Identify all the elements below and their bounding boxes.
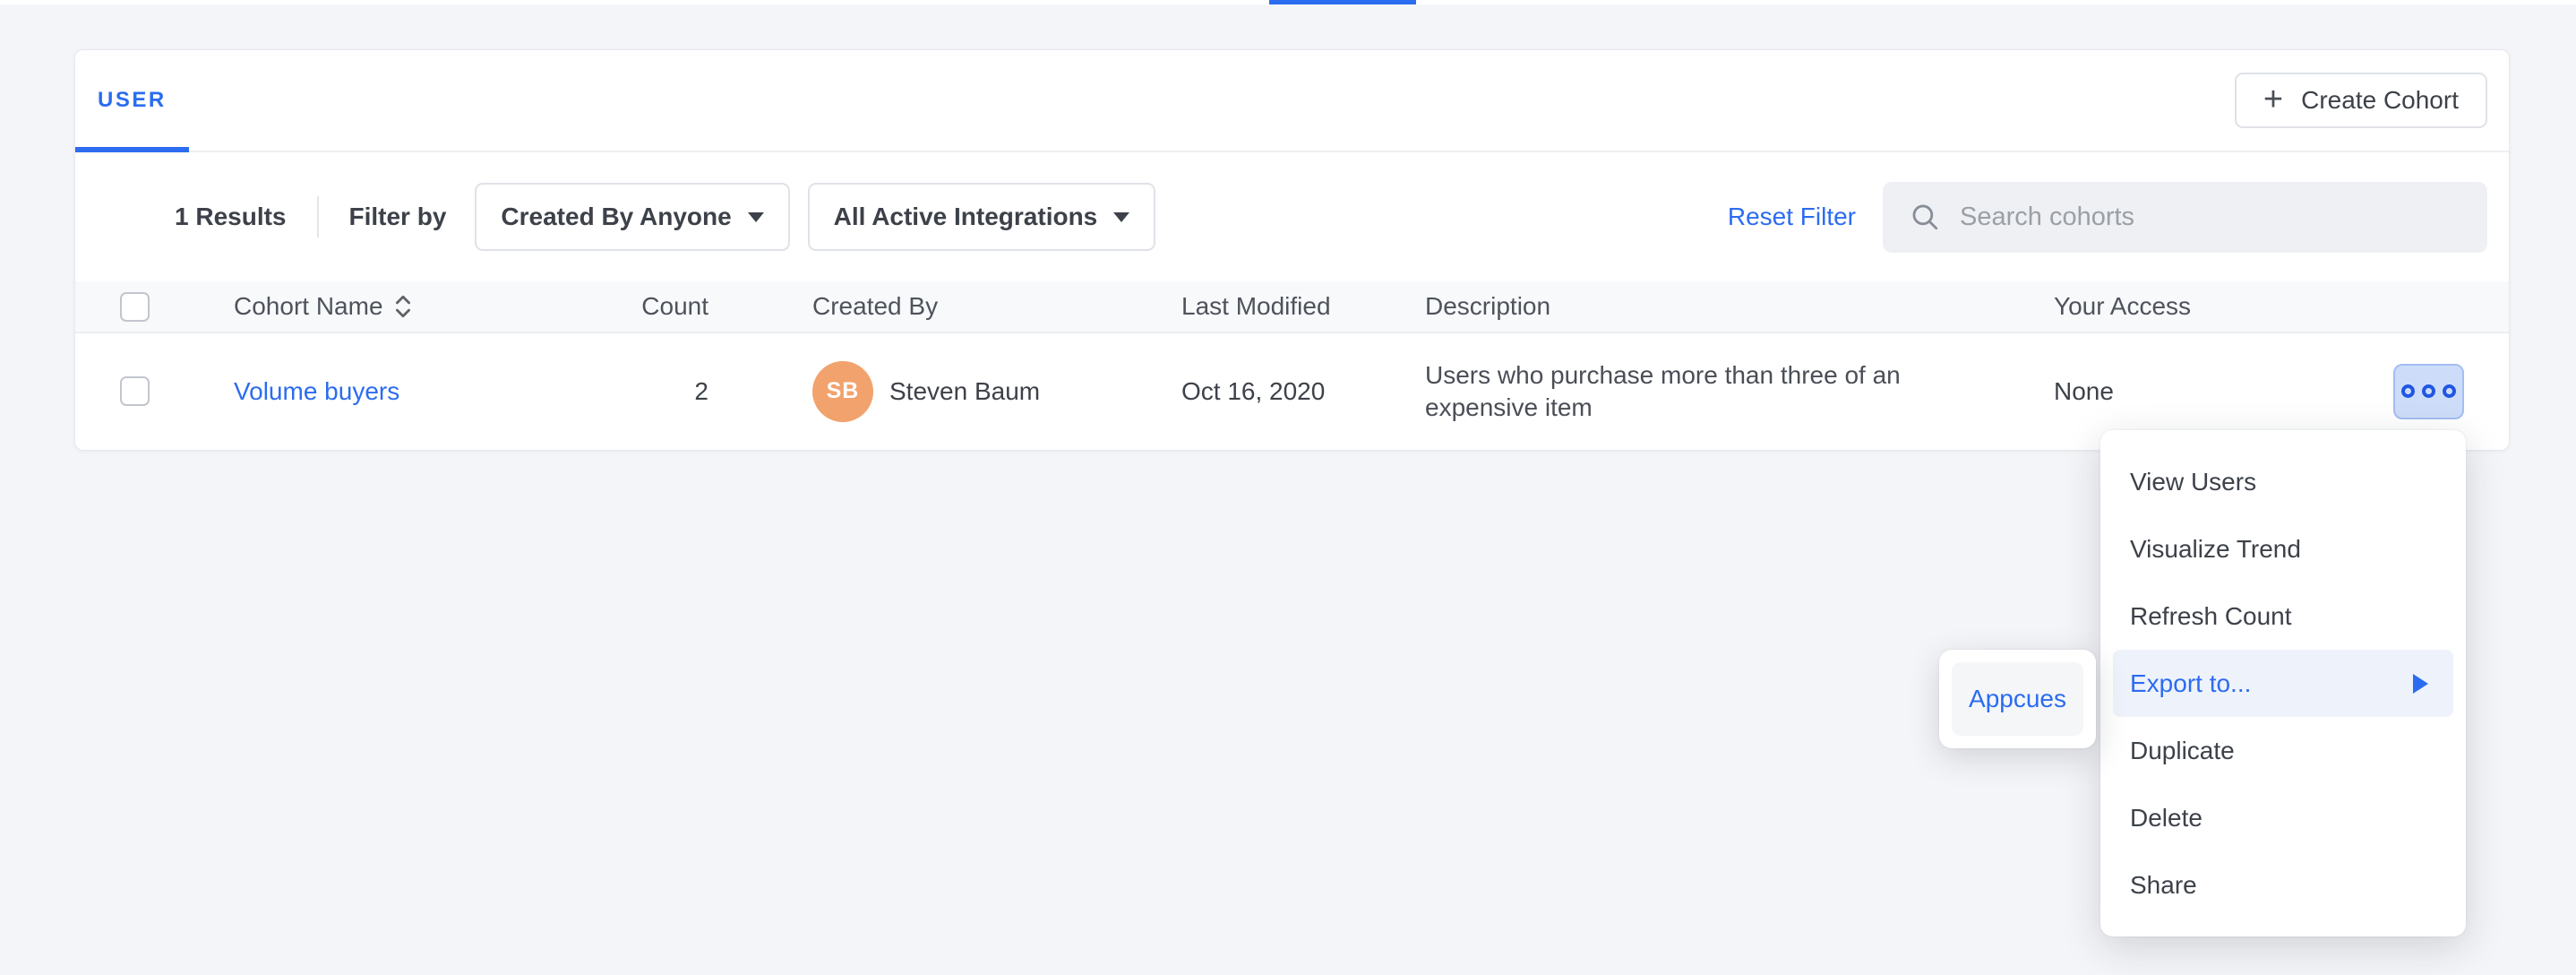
integrations-dropdown[interactable]: All Active Integrations <box>808 183 1156 251</box>
divider <box>317 196 319 237</box>
search-box[interactable] <box>1883 182 2487 253</box>
header-last-modified: Last Modified <box>1181 292 1425 321</box>
avatar: SB <box>812 361 873 422</box>
more-actions-button[interactable] <box>2393 364 2464 419</box>
access-value: None <box>2054 377 2323 406</box>
table-header-row: Cohort Name Count Created By Last Modifi… <box>75 281 2509 333</box>
created-by-cell: SB Steven Baum <box>708 361 1181 422</box>
select-all-checkbox[interactable] <box>120 292 150 322</box>
reset-filter-link[interactable]: Reset Filter <box>1728 203 1856 231</box>
last-modified-value: Oct 16, 2020 <box>1181 377 1425 406</box>
created-by-dropdown-label: Created By Anyone <box>501 203 731 231</box>
search-input[interactable] <box>1958 202 2460 233</box>
menu-item-view-users[interactable]: View Users <box>2100 448 2466 515</box>
header-checkbox-cell <box>75 292 234 322</box>
tab-user-label: USER <box>98 88 167 113</box>
three-dots-icon <box>2443 384 2456 398</box>
header-description: Description <box>1425 292 2054 321</box>
filter-right-group: Reset Filter <box>1728 182 2487 253</box>
results-count: 1 Results <box>175 203 287 231</box>
header-created-by: Created By <box>708 292 1181 321</box>
menu-item-visualize-trend[interactable]: Visualize Trend <box>2100 515 2466 582</box>
row-actions-context-menu: View Users Visualize Trend Refresh Count… <box>2100 430 2466 936</box>
menu-item-export-label: Export to... <box>2130 669 2251 698</box>
caret-down-icon <box>1113 212 1129 222</box>
cohort-name-link[interactable]: Volume buyers <box>234 377 399 405</box>
filter-by-label: Filter by <box>349 203 447 231</box>
active-nav-underline <box>1269 0 1416 4</box>
integrations-dropdown-label: All Active Integrations <box>834 203 1098 231</box>
create-cohort-button[interactable]: + Create Cohort <box>2235 73 2487 128</box>
create-cohort-label: Create Cohort <box>2301 86 2459 115</box>
submenu-arrow-icon <box>2413 674 2428 694</box>
created-by-name: Steven Baum <box>889 377 1040 406</box>
menu-item-share[interactable]: Share <box>2100 851 2466 919</box>
actions-cell <box>2323 364 2509 419</box>
menu-item-duplicate[interactable]: Duplicate <box>2100 717 2466 784</box>
menu-item-delete[interactable]: Delete <box>2100 784 2466 851</box>
tab-user[interactable]: USER <box>75 50 189 151</box>
cohort-count: 2 <box>628 377 708 406</box>
sort-icon <box>394 294 412 319</box>
plus-icon: + <box>2263 82 2283 116</box>
three-dots-icon <box>2422 384 2435 398</box>
description-value: Users who purchase more than three of an… <box>1425 359 1940 424</box>
search-icon <box>1910 202 1940 232</box>
filter-bar: 1 Results Filter by Created By Anyone Al… <box>75 152 2509 281</box>
caret-down-icon <box>748 212 764 222</box>
tab-bar: USER + Create Cohort <box>75 50 2509 152</box>
created-by-dropdown[interactable]: Created By Anyone <box>475 183 789 251</box>
header-count: Count <box>628 292 708 321</box>
top-nav-remnant <box>0 0 2576 4</box>
export-submenu: Appcues <box>1939 650 2096 748</box>
three-dots-icon <box>2401 384 2415 398</box>
header-cohort-name[interactable]: Cohort Name <box>234 292 628 321</box>
row-checkbox[interactable] <box>120 376 150 406</box>
submenu-item-appcues[interactable]: Appcues <box>1952 662 2083 736</box>
menu-item-refresh-count[interactable]: Refresh Count <box>2100 582 2466 650</box>
menu-item-export-to[interactable]: Export to... <box>2113 650 2453 717</box>
header-your-access: Your Access <box>2054 292 2323 321</box>
row-checkbox-cell <box>75 376 234 406</box>
cohorts-panel: USER + Create Cohort 1 Results Filter by… <box>74 49 2510 451</box>
